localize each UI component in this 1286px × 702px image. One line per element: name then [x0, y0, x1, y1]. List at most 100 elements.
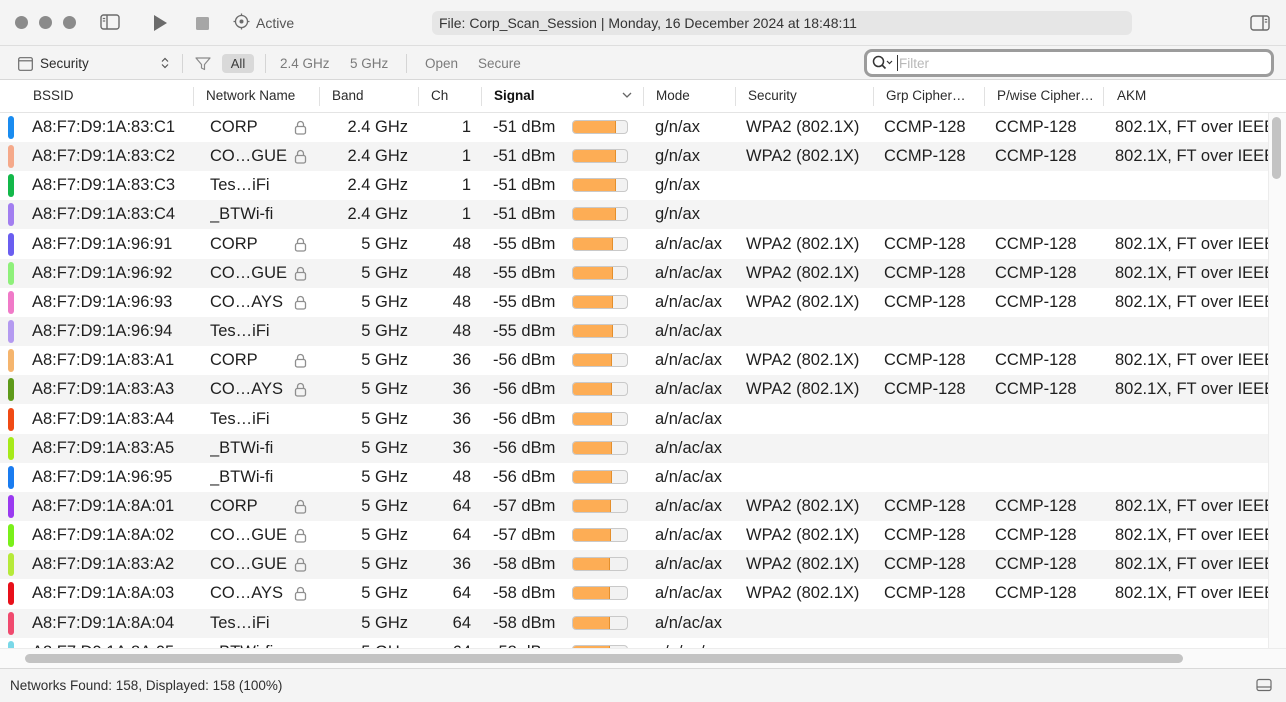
security-cell	[746, 200, 874, 229]
play-icon[interactable]	[150, 13, 170, 33]
signal-cell: -51 dBm	[493, 147, 556, 166]
security-select-value: Security	[40, 56, 89, 71]
row-color-tag	[8, 465, 14, 489]
signal-cell: -55 dBm	[493, 263, 556, 282]
table-row[interactable]: A8:F7:D9:1A:83:A1 CORP 5 GHz 36 -56 dBm a/n/a…	[0, 346, 1268, 375]
inspector-toggle-icon[interactable]	[1250, 14, 1270, 32]
table-row[interactable]: A8:F7:D9:1A:8A:03 CO…AYS 5 GHz 64 -58 dBm a/n…	[0, 579, 1268, 608]
table-row[interactable]: A8:F7:D9:1A:8A:05 _BTWi-fi 5 GHz 64 -58 dBm a…	[0, 638, 1268, 648]
security-cell: WPA2 (802.1X)	[746, 147, 860, 166]
signal-bar	[572, 498, 628, 513]
network-name-cell: CORP	[210, 351, 258, 370]
table-row[interactable]: A8:F7:D9:1A:96:95 _BTWi-fi 5 GHz 48 -56 dBm a…	[0, 463, 1268, 492]
sidebar-toggle-icon[interactable]	[99, 13, 121, 31]
signal-cell: -56 dBm	[493, 380, 556, 399]
filter-all-button[interactable]: All	[222, 54, 254, 73]
vertical-scrollbar[interactable]	[1268, 113, 1286, 648]
table-row[interactable]: A8:F7:D9:1A:8A:04 Tes…iFi 5 GHz 64 -58 dBm a/…	[0, 608, 1268, 638]
zoom-window-button[interactable]	[63, 16, 76, 29]
column-header-pairwise-cipher[interactable]: P/wise Cipher…	[997, 80, 1099, 112]
target-icon	[233, 13, 250, 33]
column-header-mode[interactable]: Mode	[656, 80, 690, 112]
column-divider	[1103, 87, 1104, 106]
network-name-cell: Tes…iFi	[210, 613, 270, 632]
table-row[interactable]: A8:F7:D9:1A:83:C2 CO…GUE 2.4 GHz 1 -51 dBm g/…	[0, 142, 1268, 172]
column-header-akm[interactable]: AKM	[1117, 80, 1146, 112]
filter-open-button[interactable]: Open	[425, 46, 458, 81]
column-header-network-name[interactable]: Network Name	[206, 80, 295, 112]
search-input[interactable]	[899, 54, 1259, 72]
network-name-cell: _BTWi-fi	[210, 467, 274, 486]
panel-toggle-icon[interactable]	[1256, 678, 1272, 692]
close-window-button[interactable]	[15, 16, 28, 29]
security-cell	[746, 609, 874, 638]
channel-cell: 1	[461, 176, 471, 195]
table-row[interactable]: A8:F7:D9:1A:8A:01 CORP 5 GHz 64 -57 dBm a/n/a…	[0, 491, 1268, 521]
sort-chevron-icon[interactable]	[622, 92, 632, 99]
table-row[interactable]: A8:F7:D9:1A:83:C3 Tes…iFi 2.4 GHz 1 -51 dBm g…	[0, 171, 1268, 200]
search-icon[interactable]	[872, 55, 894, 71]
band-cell: 5 GHz	[361, 555, 408, 574]
channel-cell: 64	[452, 496, 471, 515]
table-row[interactable]: A8:F7:D9:1A:83:C1 CORP 2.4 GHz 1 -51 dBm g/n/…	[0, 113, 1268, 142]
table-row[interactable]: A8:F7:D9:1A:96:94 Tes…iFi 5 GHz 48 -55 dBm a/…	[0, 317, 1268, 347]
table-row[interactable]: A8:F7:D9:1A:96:91 CORP 5 GHz 48 -55 dBm a/n/a…	[0, 230, 1268, 259]
pairwise-cipher-cell: CCMP-128	[995, 555, 1077, 574]
table-row[interactable]: A8:F7:D9:1A:83:A4 Tes…iFi 5 GHz 36 -56 dBm a/…	[0, 405, 1268, 434]
akm-cell	[1115, 463, 1268, 492]
pairwise-cipher-cell: CCMP-128	[995, 292, 1077, 311]
akm-cell	[1115, 638, 1268, 648]
scan-status[interactable]: Active	[233, 13, 294, 33]
column-header-security[interactable]: Security	[748, 80, 797, 112]
column-header-bssid[interactable]: BSSID	[33, 80, 74, 112]
bssid-cell: A8:F7:D9:1A:83:C1	[32, 118, 176, 136]
table-row[interactable]: A8:F7:D9:1A:83:A2 CO…GUE 5 GHz 36 -58 dBm a/n…	[0, 550, 1268, 580]
signal-cell: -58 dBm	[493, 613, 556, 632]
filter-24ghz-button[interactable]: 2.4 GHz	[280, 46, 330, 81]
group-cipher-cell: CCMP-128	[884, 555, 966, 574]
network-name-cell: CO…GUE	[210, 147, 288, 166]
mode-cell: g/n/ax	[655, 147, 700, 166]
akm-cell: 802.1X, FT over IEEE	[1115, 147, 1268, 166]
filter-funnel-icon[interactable]	[195, 46, 211, 81]
signal-bar-fill	[573, 208, 617, 221]
security-select[interactable]: Security	[18, 46, 173, 81]
pairwise-cipher-cell	[995, 463, 1103, 492]
table-row[interactable]: A8:F7:D9:1A:83:C4 _BTWi-fi 2.4 GHz 1 -51 dBm…	[0, 200, 1268, 230]
network-name-cell: CO…AYS	[210, 380, 284, 399]
stop-icon[interactable]	[193, 14, 211, 32]
pairwise-cipher-cell: CCMP-128	[995, 496, 1077, 515]
bssid-cell: A8:F7:D9:1A:83:A4	[32, 409, 175, 428]
column-header-band[interactable]: Band	[332, 80, 364, 112]
table-row[interactable]: A8:F7:D9:1A:8A:02 CO…GUE 5 GHz 64 -57 dBm a/n…	[0, 521, 1268, 550]
network-name-cell: CO…GUE	[210, 526, 288, 545]
row-color-tag	[8, 174, 14, 198]
band-cell: 2.4 GHz	[347, 205, 408, 224]
table-row[interactable]: A8:F7:D9:1A:83:A3 CO…AYS 5 GHz 36 -56 dBm a/n…	[0, 375, 1268, 405]
table-row[interactable]: A8:F7:D9:1A:96:92 CO…GUE 5 GHz 48 -55 dBm a/n…	[0, 258, 1268, 288]
akm-cell	[1115, 317, 1268, 346]
lock-icon	[294, 295, 307, 315]
filter-5ghz-button[interactable]: 5 GHz	[350, 46, 388, 81]
minimize-window-button[interactable]	[39, 16, 52, 29]
bssid-cell: A8:F7:D9:1A:83:A3	[32, 380, 175, 399]
lock-icon	[294, 528, 307, 548]
signal-bar	[572, 469, 628, 484]
column-divider	[193, 87, 194, 106]
channel-cell: 1	[461, 205, 471, 224]
column-header-channel[interactable]: Ch	[431, 80, 448, 112]
akm-cell	[1115, 609, 1268, 638]
column-header-group-cipher[interactable]: Grp Cipher…	[886, 80, 986, 112]
bssid-cell: A8:F7:D9:1A:96:95	[32, 467, 173, 486]
filter-secure-button[interactable]: Secure	[478, 46, 521, 81]
mode-cell: a/n/ac/ax	[655, 409, 722, 428]
mode-cell: a/n/ac/ax	[655, 638, 735, 648]
horizontal-scroll-thumb[interactable]	[25, 654, 1183, 663]
horizontal-scrollbar[interactable]	[0, 648, 1286, 668]
table-row[interactable]: A8:F7:D9:1A:83:A5 _BTWi-fi 5 GHz 36 -56 dBm a…	[0, 433, 1268, 463]
column-header-signal[interactable]: Signal	[494, 80, 535, 112]
vertical-scroll-thumb[interactable]	[1272, 117, 1281, 179]
search-field[interactable]	[864, 49, 1274, 77]
table-row[interactable]: A8:F7:D9:1A:96:93 CO…AYS 5 GHz 48 -55 dBm a/n…	[0, 288, 1268, 317]
signal-bar	[572, 440, 628, 455]
